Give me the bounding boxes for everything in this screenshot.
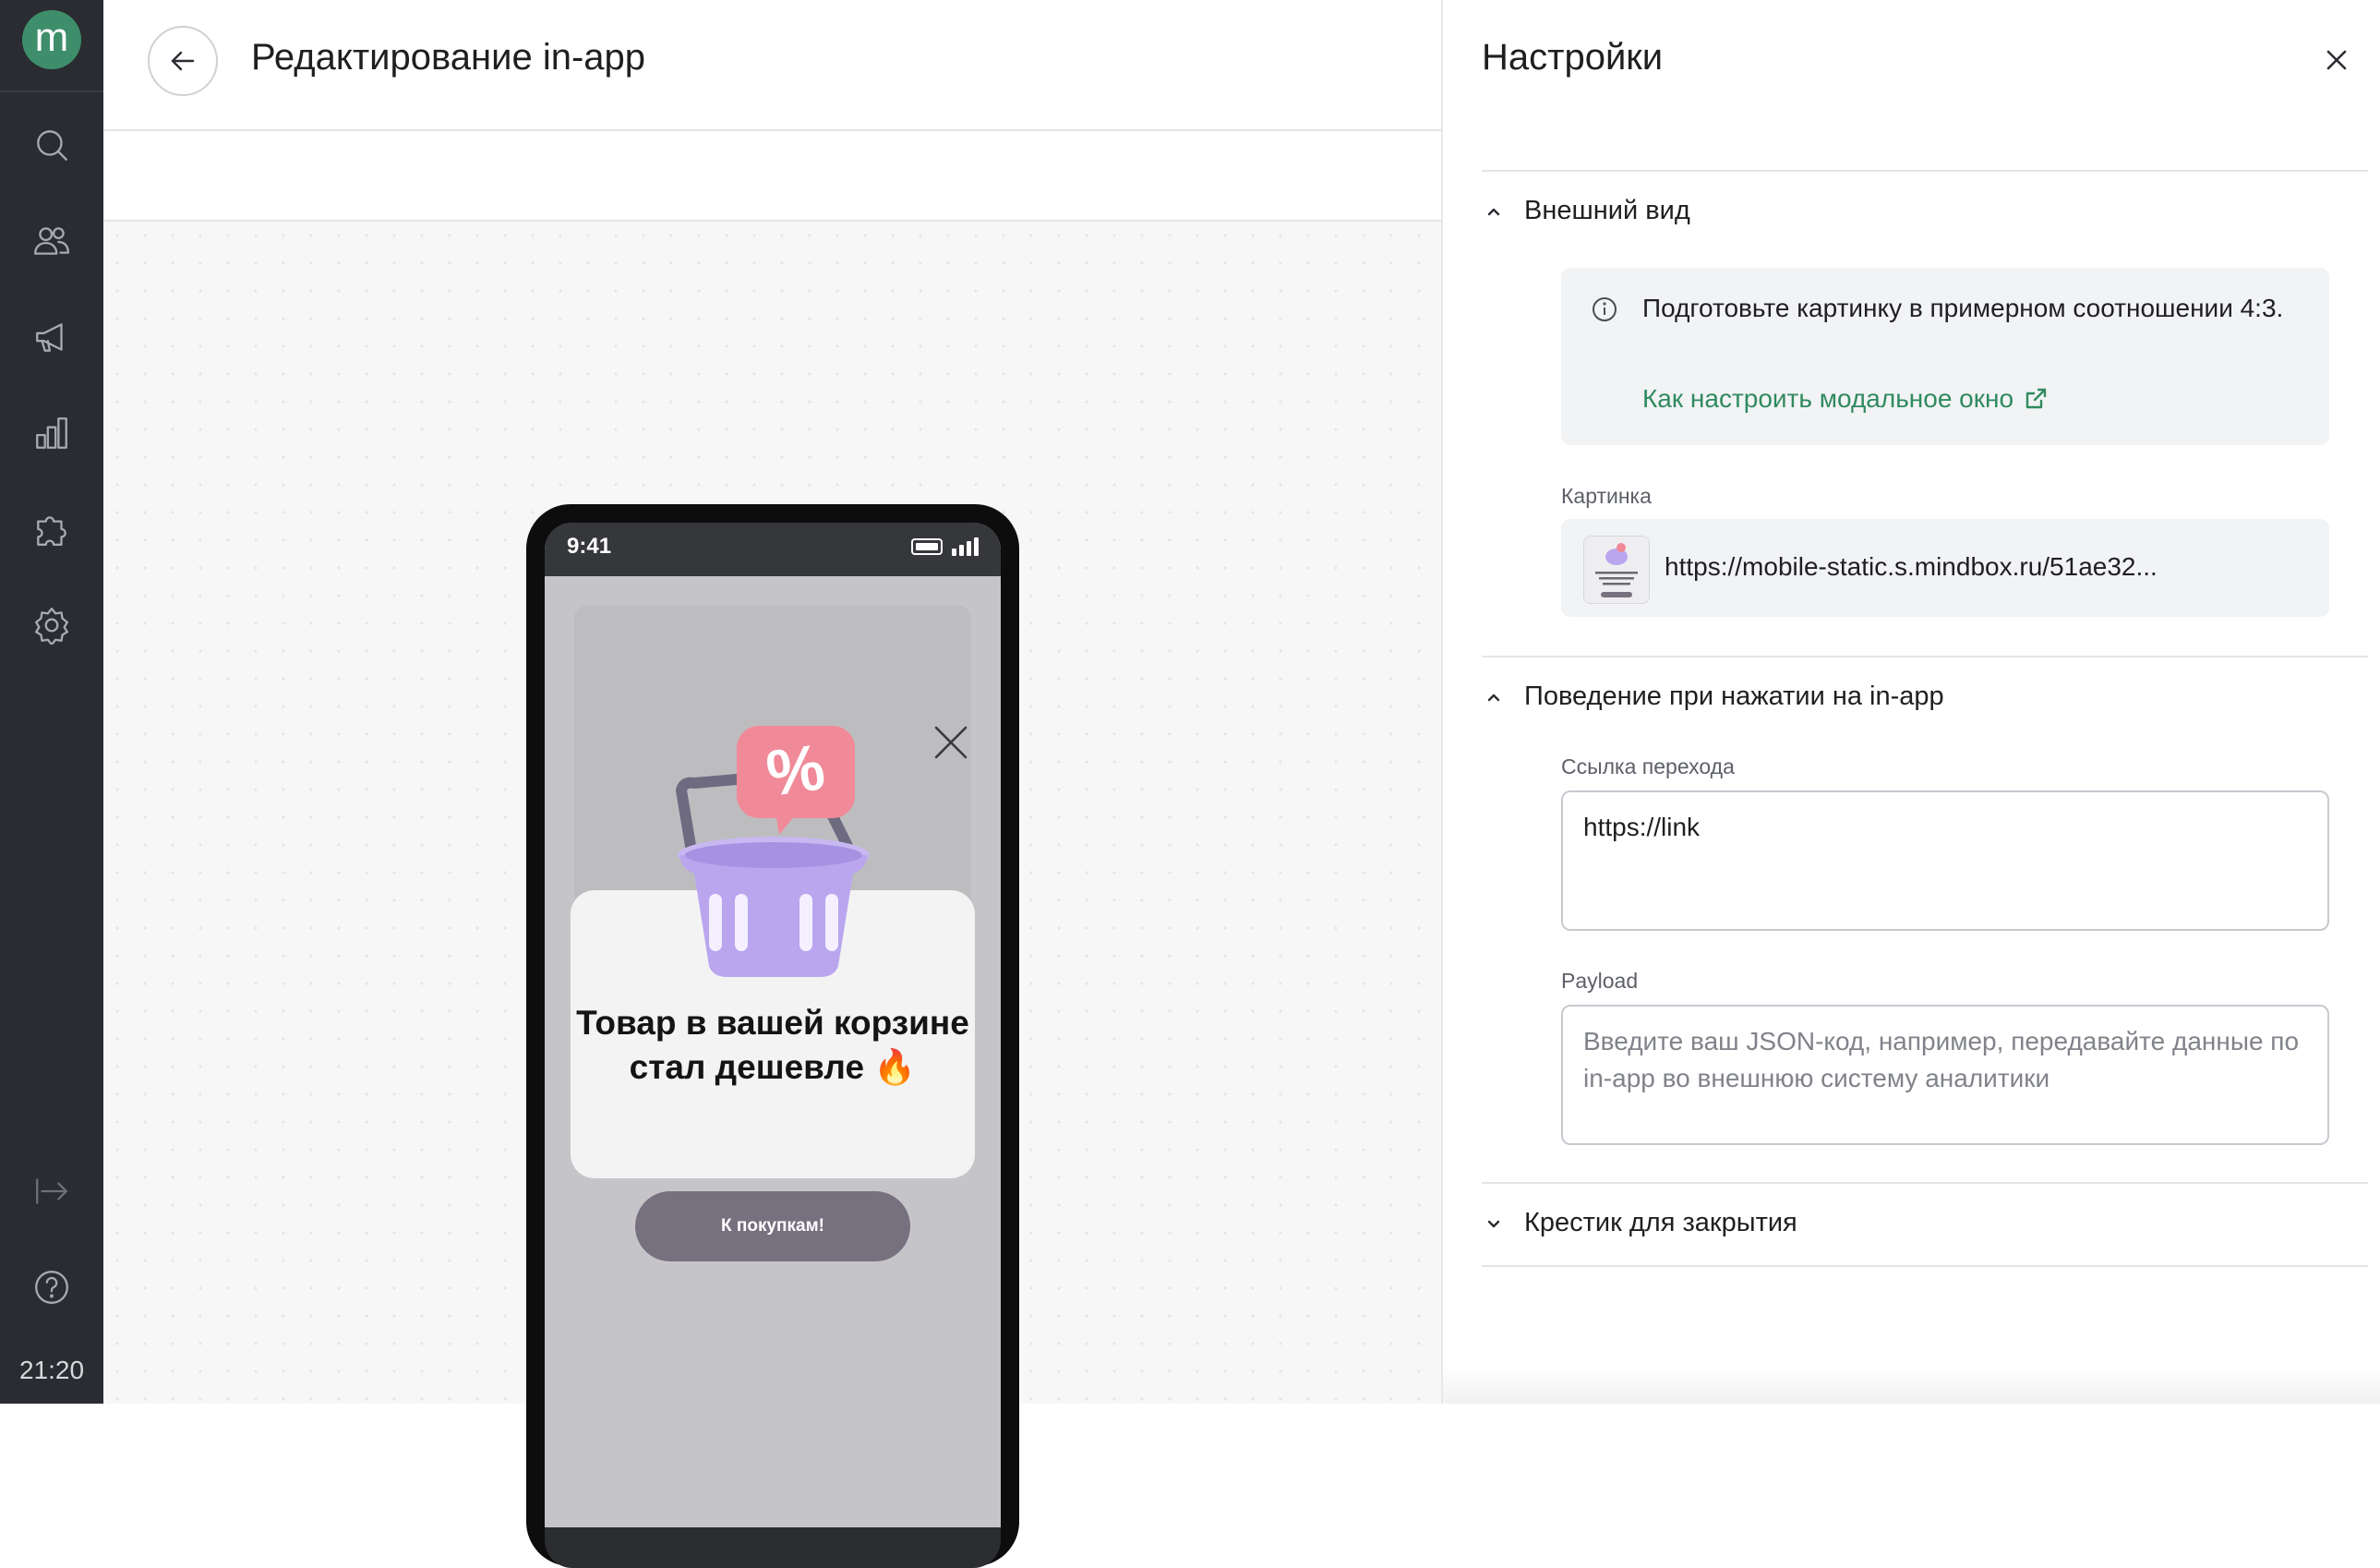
rail-divider [0,90,103,92]
megaphone-icon[interactable] [28,313,76,361]
modal-setup-link-label: Как настроить модальное окно [1642,384,2014,413]
status-time: 9:41 [567,534,612,559]
settings-panel: Настройки Внешний вид Подготовьте картин… [1441,0,2380,1404]
main-area: Редактирование in-app 9:41 Товар в вашей… [103,0,1441,1568]
chevron-down-icon [1487,1220,1500,1227]
preview-canvas: 9:41 Товар в вашей корзине стал дешевле … [103,222,1441,1568]
info-icon [1591,296,1618,323]
mindbox-logo[interactable]: m [22,10,81,69]
section-close-cross-toggle[interactable]: Крестик для закрытия [1482,1208,1797,1238]
link-field-label: Ссылка перехода [1561,754,1735,778]
modal-setup-link[interactable]: Как настроить модальное окно [1642,384,2049,414]
info-text: Подготовьте картинку в примерном соотнош… [1642,294,2284,322]
section-appearance-toggle[interactable]: Внешний вид [1482,196,1690,226]
chevron-up-icon [1487,208,1500,215]
left-nav-rail: m 21:20 [0,0,103,1404]
external-link-icon [2025,388,2047,409]
percent-badge: % [762,730,828,810]
section-behavior-label: Поведение при нажатии на in-app [1524,681,1944,711]
section-appearance-label: Внешний вид [1524,196,1690,225]
info-callout: Подготовьте картинку в примерном соотнош… [1561,268,2329,445]
section-behavior-toggle[interactable]: Поведение при нажатии на in-app [1482,681,1944,712]
shop-button[interactable]: К покупкам! [635,1191,910,1261]
inapp-close-icon[interactable] [932,724,969,761]
phone-status-bar: 9:41 [545,523,1001,576]
page-title: Редактирование in-app [251,37,646,78]
users-icon[interactable] [28,217,76,265]
basket-illustration: % [675,726,870,977]
chevron-up-icon [1487,694,1500,701]
image-field[interactable]: https://mobile-static.s.mindbox.ru/51ae3… [1561,519,2329,617]
clock-time: 21:20 [18,1356,85,1384]
section-close-cross-label: Крестик для закрытия [1524,1208,1797,1237]
payload-input[interactable]: Введите ваш JSON-код, например, передава… [1561,1005,2329,1145]
page-header: Редактирование in-app [103,0,1441,131]
puzzle-icon[interactable] [28,505,76,553]
help-icon[interactable] [28,1263,76,1311]
phone-bottom-bar [545,1527,1001,1568]
image-field-label: Картинка [1561,484,1652,508]
bottom-shade [1443,1365,2380,1404]
bar-chart-icon[interactable] [28,409,76,457]
divider [1482,656,2368,657]
collapse-arrow-icon[interactable] [28,1167,76,1215]
arrow-left-icon [171,51,195,71]
phone-mockup: 9:41 Товар в вашей корзине стал дешевле … [526,504,1019,1568]
toolbar-strip [103,131,1441,222]
back-button[interactable] [148,26,218,96]
phone-screen: 9:41 Товар в вашей корзине стал дешевле … [545,523,1001,1527]
signal-icon [952,537,979,556]
link-input[interactable]: https://link [1561,790,2329,931]
inapp-headline: Товар в вашей корзине стал дешевле 🔥 [576,1004,969,1086]
payload-field-label: Payload [1561,969,1639,993]
image-url: https://mobile-static.s.mindbox.ru/51ae3… [1665,552,2158,581]
divider [1482,1182,2368,1184]
panel-title: Настройки [1482,37,1664,78]
search-icon[interactable] [28,121,76,169]
divider [1482,1265,2368,1267]
close-icon[interactable] [2321,44,2352,76]
divider [1482,170,2368,172]
gear-icon[interactable] [28,601,76,649]
battery-icon [911,538,943,555]
image-thumbnail [1583,536,1650,604]
